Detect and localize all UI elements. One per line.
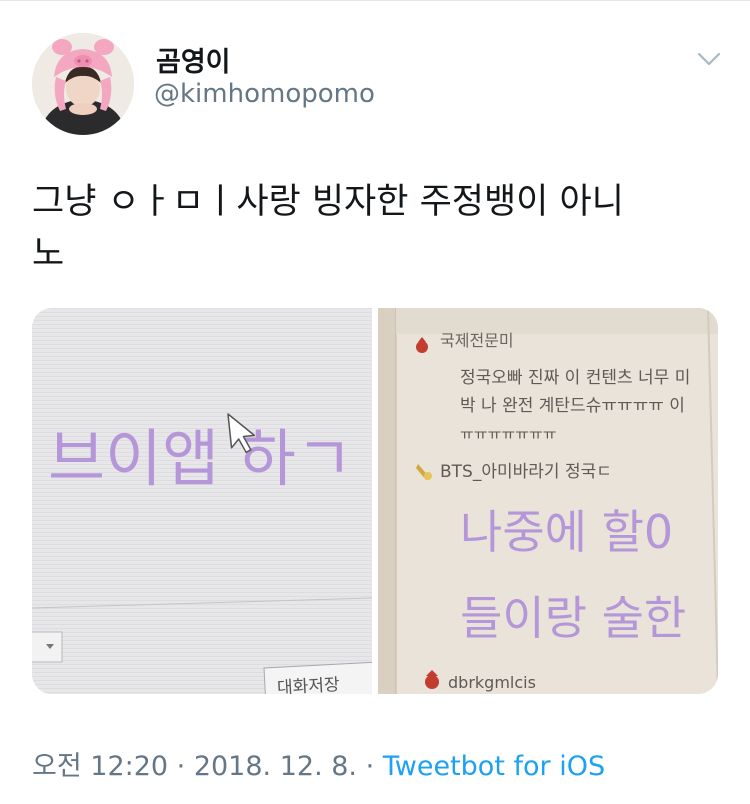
chat-big-line-1: 나중에 할0 xyxy=(460,505,673,559)
tweet-source-link[interactable]: Tweetbot for iOS xyxy=(383,751,605,782)
chat-line-2: 박 나 완전 계탄드슈ㅠㅠㅠㅠ 이 xyxy=(460,396,685,416)
tweet-meta: 오전 12:20 · 2018. 12. 8. · Tweetbot for i… xyxy=(32,744,605,783)
chat-top-cut: 국제전문미 xyxy=(440,331,514,350)
meta-separator: · xyxy=(357,751,383,782)
chat-big-line-2: 들이랑 술한 xyxy=(460,591,686,645)
tweet-text: 그냥 ㅇㅏㅁㅣ사랑 빙자한 주정뱅이 아니 노 xyxy=(32,176,722,280)
save-chat-button-text: 대화저장 xyxy=(277,675,341,694)
chat-user1: BTS_아미바라기 정국ㄷ xyxy=(440,462,612,482)
display-name[interactable]: 곰영이 xyxy=(156,40,231,79)
chat-line-1: 정국오빠 진짜 이 컨텐츠 너무 미 xyxy=(460,368,690,388)
chat-line-3: ㅠㅠㅠㅠㅠㅠㅠ xyxy=(460,425,557,443)
left-screen-text: 브이앱 하ㄱ xyxy=(48,422,353,495)
tweet-text-line2: 노 xyxy=(32,234,65,274)
tweet-text-line1: 그냥 ㅇㅏㅁㅣ사랑 빙자한 주정뱅이 아니 xyxy=(32,182,624,222)
avatar[interactable] xyxy=(32,33,134,135)
media-grid: 브이앱 하ㄱ 대화저장 국제전문미 정국오빠 진짜 이 컨텐츠 너무 미 박 나… xyxy=(32,308,718,694)
chevron-down-icon[interactable] xyxy=(697,51,721,67)
photo-left[interactable]: 브이앱 하ㄱ 대화저장 xyxy=(32,308,372,694)
meta-separator: · xyxy=(168,751,194,782)
avatar-image xyxy=(32,33,134,135)
top-divider xyxy=(0,0,750,1)
photo-right[interactable]: 국제전문미 정국오빠 진짜 이 컨텐츠 너무 미 박 나 완전 계탄드슈ㅠㅠㅠㅠ… xyxy=(378,308,718,694)
tweet-date: 2018. 12. 8. xyxy=(193,751,357,782)
chat-user2: dbrkgmlcis xyxy=(448,673,536,692)
username-handle[interactable]: @kimhomopomo xyxy=(154,79,375,109)
tweet-time: 오전 12:20 xyxy=(32,751,169,782)
